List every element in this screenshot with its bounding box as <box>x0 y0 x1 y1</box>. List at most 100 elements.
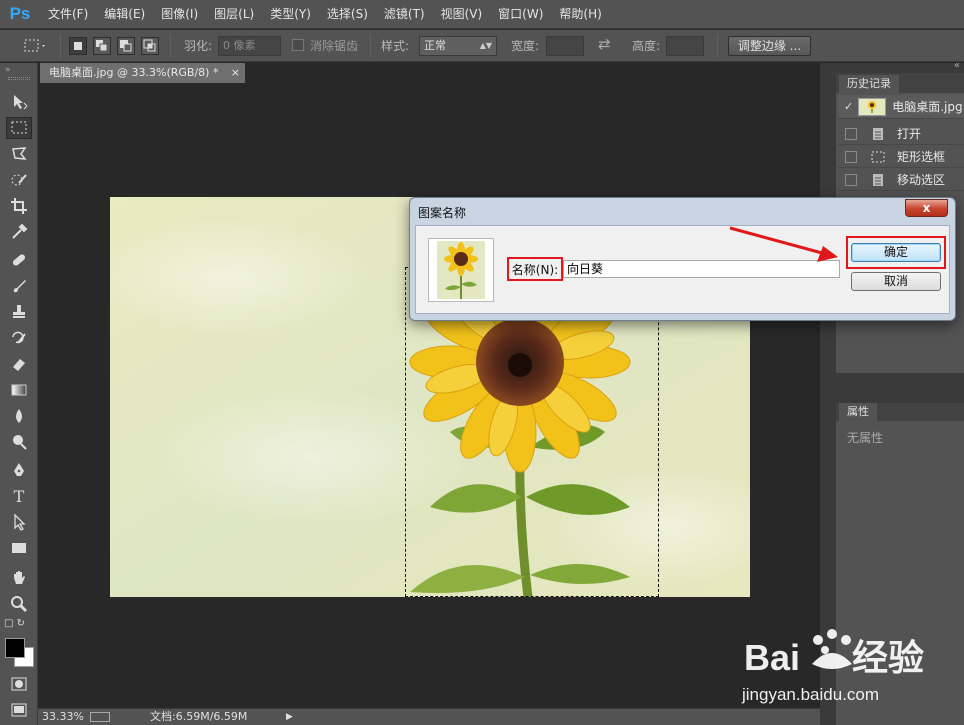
feather-input[interactable]: 0 像素 <box>218 36 281 56</box>
brush-tool-icon[interactable] <box>6 275 32 297</box>
menu-select[interactable]: 选择(S) <box>319 0 376 29</box>
dock-collapse-icon[interactable]: « <box>954 60 960 71</box>
height-label: 高度: <box>632 39 661 53</box>
eyedropper-tool-icon[interactable] <box>6 221 32 243</box>
lasso-tool-icon[interactable] <box>6 143 32 165</box>
add-selection-button[interactable] <box>93 37 111 55</box>
eraser-tool-icon[interactable] <box>6 353 32 375</box>
marquee-tool-preset[interactable] <box>22 36 48 56</box>
menu-window[interactable]: 窗口(W) <box>490 0 551 29</box>
no-properties-text: 无属性 <box>847 431 884 445</box>
menu-filter[interactable]: 滤镜(T) <box>376 0 433 29</box>
pattern-name-dialog: 图案名称 x 名称(N): 向日葵 确定 取消 <box>409 197 956 321</box>
width-input[interactable] <box>546 36 584 56</box>
quick-select-tool-icon[interactable] <box>6 169 32 191</box>
antialias-label: 消除锯齿 <box>310 39 359 53</box>
status-menu-arrow-icon[interactable]: ▶ <box>286 709 293 725</box>
pen-tool-icon[interactable] <box>6 459 32 481</box>
history-state-checkbox[interactable] <box>845 173 857 186</box>
menu-image[interactable]: 图像(I) <box>153 0 206 29</box>
pattern-thumbnail <box>428 238 494 302</box>
style-label: 样式: <box>381 39 410 53</box>
history-state-checkbox[interactable] <box>845 150 857 163</box>
snapshot-thumbnail <box>858 97 887 116</box>
menu-edit[interactable]: 编辑(E) <box>96 0 153 29</box>
document-icon <box>873 173 883 186</box>
screen-mode-icon[interactable] <box>6 699 32 721</box>
intersect-selection-button[interactable] <box>141 37 159 55</box>
blur-tool-icon[interactable] <box>6 405 32 427</box>
document-size: 文档:6.59M/6.59M <box>150 710 248 723</box>
gradient-tool-icon[interactable] <box>6 379 32 401</box>
menu-file[interactable]: 文件(F) <box>40 0 96 29</box>
type-tool-icon[interactable]: T <box>6 485 32 507</box>
tools-panel: » T □ ↻ <box>0 63 38 725</box>
svg-text:经验: 经验 <box>852 637 924 678</box>
width-label: 宽度: <box>511 39 540 53</box>
history-item-marquee[interactable]: 矩形选框 <box>838 146 964 168</box>
history-item-label: 矩形选框 <box>897 150 946 164</box>
height-input[interactable] <box>666 36 704 56</box>
history-brush-tool-icon[interactable] <box>6 327 32 349</box>
zoom-tool-icon[interactable] <box>6 593 32 615</box>
history-item-label: 打开 <box>897 127 922 141</box>
pattern-name-label: 名称(N): <box>507 257 563 281</box>
crop-tool-icon[interactable] <box>6 195 32 217</box>
subtract-selection-icon <box>120 40 132 52</box>
dialog-body: 名称(N): 向日葵 确定 取消 <box>415 225 950 314</box>
svg-text:Bai: Bai <box>744 637 800 678</box>
options-bar: 羽化: 0 像素 消除锯齿 样式: 正常 ▲▼ 宽度: ⇄ 高度: 调整边缘 .… <box>0 30 964 62</box>
history-item-move-selection[interactable]: 移动选区 <box>838 169 964 191</box>
collapse-icon[interactable]: » <box>5 65 11 75</box>
subtract-selection-button[interactable] <box>117 37 135 55</box>
history-item-open[interactable]: 打开 <box>838 123 964 145</box>
updown-arrows-icon: ▲▼ <box>479 41 492 50</box>
history-snapshot[interactable]: ✓ 电脑桌面.jpg <box>838 95 964 119</box>
menu-help[interactable]: 帮助(H) <box>551 0 609 29</box>
menu-view[interactable]: 视图(V) <box>433 0 491 29</box>
antialias-checkbox[interactable] <box>292 39 304 51</box>
document-icon <box>873 127 883 140</box>
status-preview-icon[interactable] <box>90 712 110 722</box>
foreground-color-swatch[interactable] <box>5 638 25 658</box>
refine-edge-button[interactable]: 调整边缘 ... <box>728 36 811 56</box>
dock-header: « <box>836 60 964 73</box>
new-selection-button[interactable] <box>69 37 87 55</box>
history-brush-icon: ✓ <box>844 100 854 113</box>
history-panel-tab[interactable]: 历史记录 <box>839 75 899 93</box>
photoshop-logo: Ps <box>9 4 31 23</box>
zoom-level[interactable]: 33.33% <box>42 709 84 725</box>
rectangle-shape-tool-icon[interactable] <box>6 537 32 559</box>
dodge-tool-icon[interactable] <box>6 431 32 453</box>
pattern-name-input[interactable]: 向日葵 <box>563 260 840 278</box>
new-selection-icon <box>74 42 82 50</box>
clone-stamp-tool-icon[interactable] <box>6 301 32 323</box>
quick-mask-icon[interactable] <box>6 673 32 695</box>
history-state-checkbox[interactable] <box>845 127 857 140</box>
dialog-close-button[interactable]: x <box>905 199 948 217</box>
path-selection-tool-icon[interactable] <box>6 511 32 533</box>
move-tool-icon[interactable] <box>6 91 32 113</box>
cancel-button[interactable]: 取消 <box>851 272 941 291</box>
swap-dimensions-icon[interactable]: ⇄ <box>598 35 611 55</box>
add-selection-icon <box>96 40 108 52</box>
ok-button[interactable]: 确定 <box>851 243 941 262</box>
dock-gap <box>836 373 964 403</box>
default-colors-icon[interactable]: □ ↻ <box>4 618 34 630</box>
panel-grip[interactable] <box>8 77 30 80</box>
document-tab[interactable]: 电脑桌面.jpg @ 33.3%(RGB/8) * × <box>40 63 245 83</box>
menu-bar: Ps 文件(F) 编辑(E) 图像(I) 图层(L) 类型(Y) 选择(S) 滤… <box>0 0 964 29</box>
rect-marquee-icon <box>871 151 885 162</box>
menu-layer[interactable]: 图层(L) <box>206 0 262 29</box>
status-bar: 33.33% 文档:6.59M/6.59M ▶ <box>38 708 838 725</box>
menu-type[interactable]: 类型(Y) <box>262 0 319 29</box>
rect-marquee-tool-icon[interactable] <box>6 117 32 139</box>
close-tab-icon[interactable]: × <box>231 63 240 83</box>
hand-tool-icon[interactable] <box>6 567 32 589</box>
style-select[interactable]: 正常 ▲▼ <box>419 36 497 56</box>
healing-brush-tool-icon[interactable] <box>6 249 32 271</box>
rect-marquee-icon <box>24 39 45 52</box>
history-item-label: 移动选区 <box>897 173 946 187</box>
properties-panel-tab[interactable]: 属性 <box>839 403 877 421</box>
style-select-value: 正常 <box>424 39 446 52</box>
